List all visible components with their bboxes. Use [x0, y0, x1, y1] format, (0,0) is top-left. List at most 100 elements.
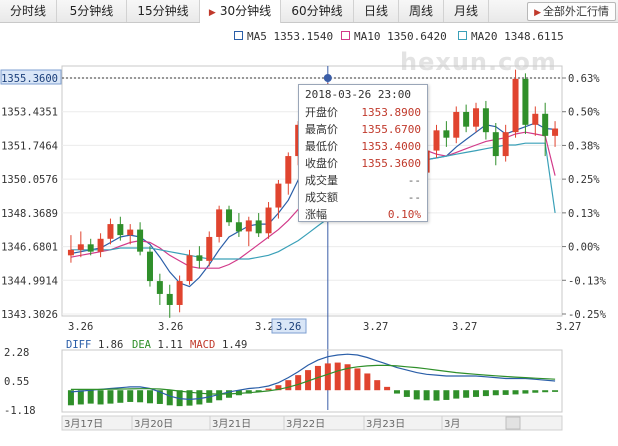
macd-bar	[305, 370, 312, 391]
candle-body	[552, 128, 559, 136]
macd-bar	[324, 363, 331, 391]
macd-legend-name: MACD	[190, 339, 215, 351]
watermark-text: hexun.com	[400, 48, 557, 76]
macd-bar	[275, 385, 282, 391]
candle-body	[463, 111, 470, 127]
tab-5min[interactable]: 5分钟线	[57, 0, 127, 22]
candle-body	[226, 209, 233, 223]
macd-bar	[206, 390, 213, 403]
y-tick-label: 1353.4351	[1, 107, 58, 119]
y-tick-label: 1348.3689	[1, 208, 58, 220]
tooltip-row-open: 开盘价 1353.8900	[299, 104, 427, 121]
macd-bar	[502, 390, 509, 395]
tab-15min[interactable]: 15分钟线	[127, 0, 200, 22]
macd-bar	[97, 390, 104, 405]
candle-body	[482, 108, 489, 133]
candle-body	[186, 255, 193, 282]
candle-body	[117, 224, 124, 236]
dea-line	[70, 364, 556, 395]
tab-30min[interactable]: ▶ 30分钟线	[200, 0, 281, 23]
macd-bar	[87, 390, 94, 404]
macd-bar	[473, 390, 480, 397]
macd-bar	[117, 390, 124, 403]
x-tick-label: 3.27	[556, 321, 581, 333]
date-navigator	[61, 415, 563, 431]
x-tick-label: 3.27	[452, 321, 477, 333]
y-tick-label: 1350.0576	[1, 174, 58, 186]
macd-bar	[354, 368, 361, 391]
tooltip-label: 成交额	[305, 191, 338, 204]
ma5-legend: MA5 1353.1540	[234, 30, 333, 46]
crosshair-point	[323, 74, 332, 82]
tooltip-value: --	[407, 191, 421, 204]
tooltip-label: 涨幅	[305, 208, 327, 221]
tab-daily[interactable]: 日线	[354, 0, 399, 22]
tooltip-value: 1353.4000	[361, 140, 421, 153]
macd-bar	[374, 380, 381, 391]
macd-bar	[532, 390, 539, 393]
ma10-name: MA10	[354, 30, 381, 43]
macd-legend-name: DIFF	[66, 339, 91, 351]
date-label: 3月20日	[134, 418, 173, 430]
tab-60min[interactable]: 60分钟线	[281, 0, 354, 22]
tooltip-datetime: 2018-03-26 23:00	[305, 88, 411, 101]
candle-body	[502, 132, 509, 157]
y-tick-label: 1351.7464	[1, 140, 58, 152]
candle-body	[216, 209, 223, 237]
candle-body	[146, 251, 153, 282]
macd-bar	[77, 390, 84, 405]
candle-body	[532, 113, 539, 125]
ma20-legend: MA20 1348.6115	[458, 30, 564, 46]
tooltip-label: 最高价	[305, 123, 338, 136]
macd-bar	[67, 390, 74, 406]
candle-body	[176, 281, 183, 305]
macd-legend-value: 1.49	[222, 339, 247, 351]
tab-label: 60分钟线	[291, 4, 343, 18]
tab-monthly[interactable]: 月线	[444, 0, 489, 22]
tooltip-row-change: 涨幅 0.10%	[299, 206, 427, 223]
candle-body	[542, 113, 549, 136]
pct-tick-label: 0.63%	[568, 73, 600, 85]
candle-body	[275, 183, 282, 208]
y-tick-label: 1355.3600	[1, 73, 58, 85]
date-label: 3月	[444, 418, 460, 430]
macd-bar	[522, 390, 529, 394]
macd-bar	[166, 390, 173, 406]
y-tick-label: 1343.3026	[1, 309, 58, 321]
date-label: 3月17日	[64, 418, 103, 430]
candle-body	[166, 293, 173, 305]
macd-bar	[364, 373, 371, 391]
candle-body	[522, 78, 529, 125]
macd-bar	[226, 390, 233, 398]
active-arrow-icon: ▶	[208, 8, 216, 18]
tab-intraday[interactable]: 分时线	[0, 0, 57, 22]
ma5-legend-icon	[234, 31, 243, 40]
pct-tick-label: -0.25%	[568, 309, 607, 321]
all-fx-quotes-button[interactable]: ▶ 全部外汇行情	[527, 2, 616, 21]
pct-tick-label: 0.25%	[568, 174, 600, 186]
tab-label: 周线	[408, 4, 433, 18]
macd-bar	[393, 390, 400, 394]
macd-bar	[196, 390, 203, 405]
candle-body	[97, 238, 104, 252]
candle-body	[255, 220, 262, 234]
macd-bar	[482, 390, 489, 397]
candle-body	[433, 130, 440, 151]
y-tick-label: 1344.9914	[1, 275, 58, 287]
candle-body	[245, 220, 252, 232]
date-label: 3月21日	[212, 418, 251, 430]
candle-body	[512, 78, 519, 133]
candle-body	[285, 156, 292, 184]
candle-body	[473, 108, 480, 127]
tab-weekly[interactable]: 周线	[399, 0, 444, 22]
candle-body	[196, 255, 203, 261]
tooltip-value: 1353.8900	[361, 106, 421, 119]
ma20-name: MA20	[471, 30, 498, 43]
x-tick-label: 3.26	[68, 321, 93, 333]
macd-panel-frame	[61, 349, 563, 413]
macd-y-tick: 2.28	[4, 347, 29, 359]
pct-tick-label: 0.00%	[568, 242, 600, 254]
tooltip-row-volume: 成交量 --	[299, 172, 427, 189]
macd-bar	[552, 390, 559, 392]
diff-line	[70, 353, 556, 401]
